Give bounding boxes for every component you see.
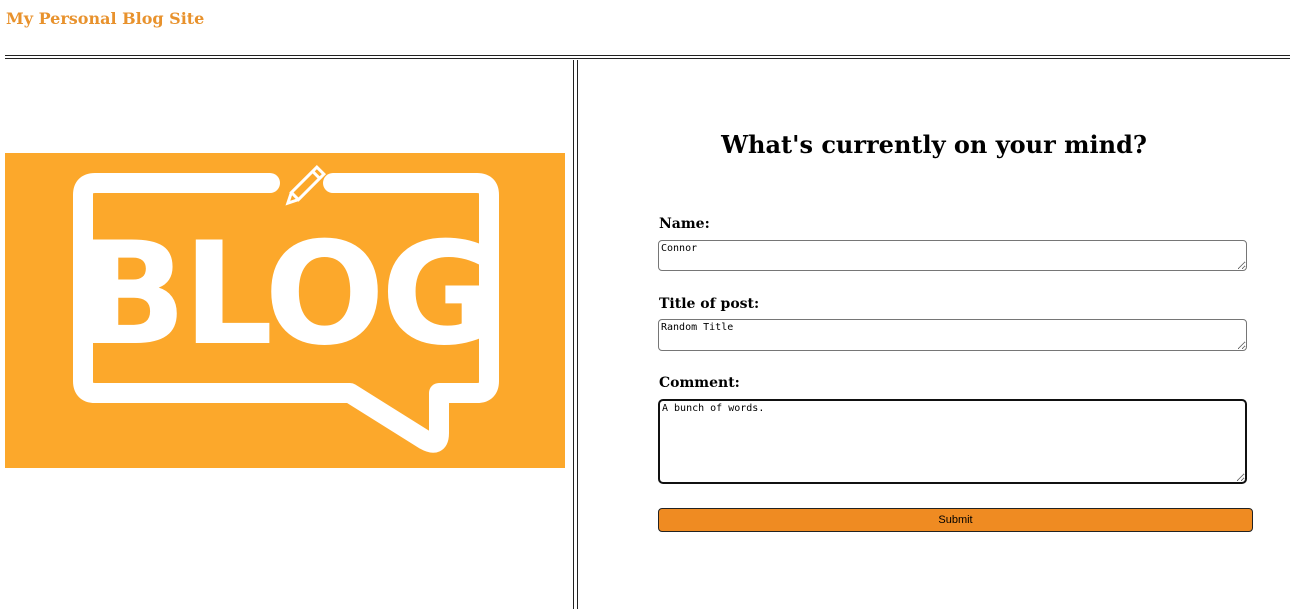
form-heading: What's currently on your mind? [721, 130, 1147, 159]
title-label: Title of post: [659, 296, 760, 312]
blog-speech-bubble-logo-icon: BLOG [73, 164, 499, 453]
logo-text: BLOG [79, 212, 494, 377]
post-title-field[interactable]: Random Title [658, 319, 1247, 351]
submit-button[interactable]: Submit [658, 508, 1253, 532]
name-field[interactable]: Connor [658, 240, 1247, 271]
header-divider [5, 55, 1290, 59]
comment-field[interactable]: A bunch of words. [658, 399, 1247, 484]
site-title: My Personal Blog Site [6, 9, 205, 28]
blog-logo-image: BLOG [5, 153, 565, 468]
comment-label: Comment: [659, 375, 740, 391]
name-label: Name: [659, 216, 710, 232]
